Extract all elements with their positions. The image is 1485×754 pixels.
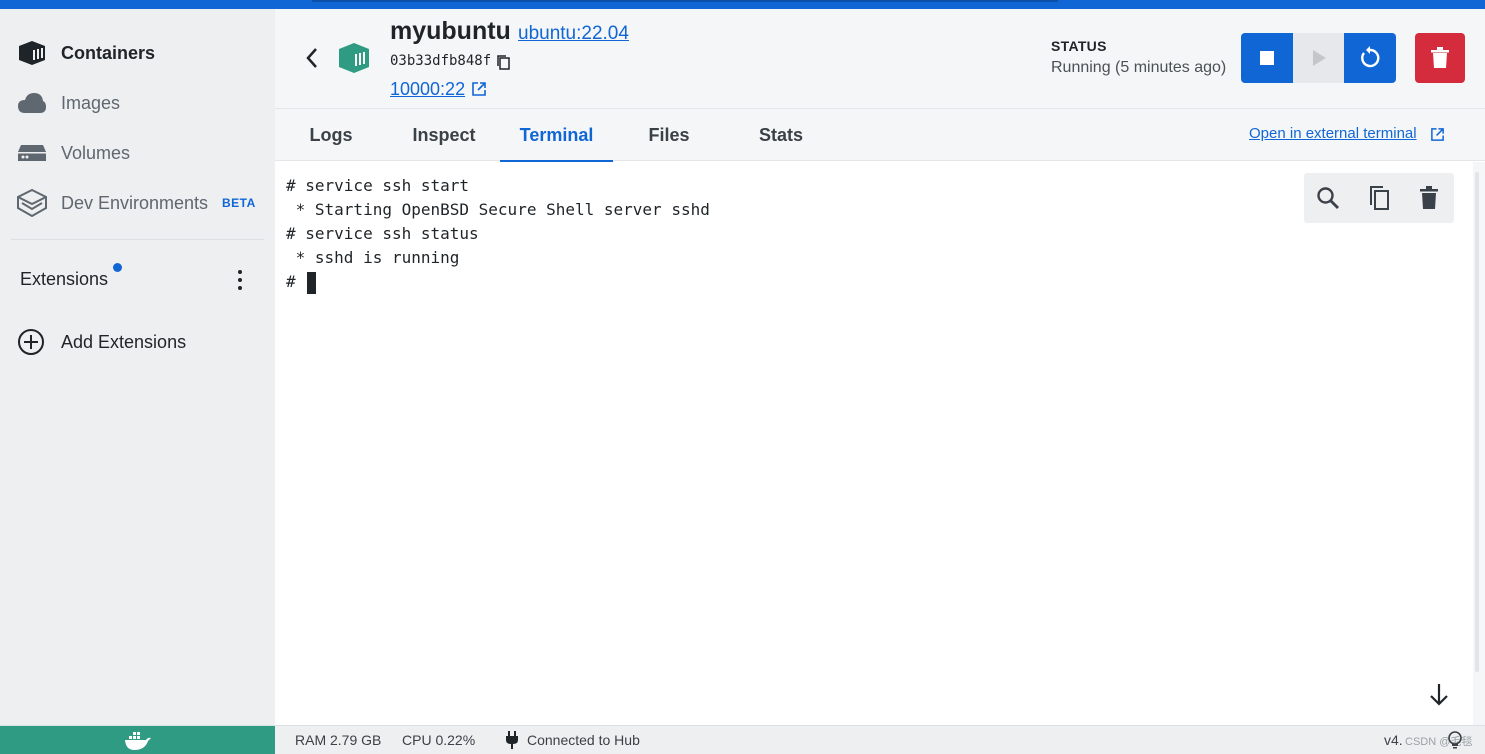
trash-icon [1431,47,1449,68]
sidebar-item-images[interactable]: Images [0,81,275,125]
notification-dot [113,263,122,272]
copy-icon [1370,186,1389,210]
restart-icon [1361,46,1380,68]
search-button[interactable] [1313,183,1343,213]
docker-whale-button[interactable] [0,726,275,754]
add-extensions-label: Add Extensions [61,332,187,352]
tab-logs[interactable]: Logs [292,109,370,161]
containers-icon [17,38,47,68]
external-link-icon[interactable] [1430,127,1445,142]
terminal-line: * sshd is running [286,248,460,267]
top-scroll-thumb[interactable] [312,0,1058,2]
delete-button[interactable] [1415,33,1465,83]
stop-button[interactable] [1241,33,1293,83]
tab-stats[interactable]: Stats [737,109,825,161]
sidebar-item-dev-environments[interactable]: Dev Environments BETA [0,181,275,225]
add-circle-icon [17,328,45,356]
add-extensions-button[interactable]: Add Extensions [0,322,275,362]
container-running-icon [337,41,371,75]
clear-terminal-button[interactable] [1414,183,1444,213]
terminal-line: # service ssh status [286,224,479,243]
tab-bar: Logs Inspect Terminal Files Stats Open i… [275,109,1485,162]
status-value: Running (5 minutes ago) [1051,59,1227,76]
version-label: v4. [1384,732,1403,748]
sidebar: Containers Images Volumes Dev Environmen… [0,9,275,725]
dev-environments-icon [17,188,47,218]
terminal-line: * Starting OpenBSD Secure Shell server s… [286,200,710,219]
extensions-header: Extensions [0,259,275,299]
terminal-line: # service ssh start [286,176,470,195]
volume-icon [17,138,47,168]
copy-output-button[interactable] [1364,183,1394,213]
tab-inspect[interactable]: Inspect [396,109,492,161]
beta-badge: BETA [222,196,256,210]
sidebar-item-containers[interactable]: Containers [0,31,275,75]
terminal-prompt-line[interactable]: # [286,270,710,294]
sidebar-item-label: Images [61,92,121,113]
ram-usage: RAM 2.79 GB [295,732,382,748]
scrollbar-thumb[interactable] [1475,172,1479,672]
terminal-lines: # service ssh start * Starting OpenBSD S… [286,174,710,294]
container-id: 03b33dfb848f [390,53,492,69]
external-link-icon[interactable] [471,81,487,97]
extensions-more-menu-icon[interactable] [226,265,254,295]
terminal-toolbar [1304,173,1454,223]
sidebar-item-label: Volumes [61,142,131,163]
start-button[interactable] [1293,33,1345,83]
container-header: myubuntu ubuntu:22.04 03b33dfb848f 10000… [275,9,1485,109]
search-icon [1317,187,1339,209]
terminal-cursor [307,271,317,294]
tab-files[interactable]: Files [625,109,713,161]
restart-button[interactable] [1344,33,1396,83]
status-title: STATUS [1051,38,1107,54]
arrow-down-icon [1430,684,1448,706]
main-panel: myubuntu ubuntu:22.04 03b33dfb848f 10000… [275,9,1485,725]
sidebar-item-volumes[interactable]: Volumes [0,131,275,175]
port-link[interactable]: 10000:22 [390,79,465,100]
back-button[interactable] [299,43,325,73]
copy-icon[interactable] [495,54,511,70]
sidebar-item-label: Containers [61,42,156,63]
stop-icon [1260,51,1274,65]
docker-whale-icon [124,731,151,750]
container-name: myubuntu [390,17,511,45]
cloud-icon [17,88,47,118]
image-link[interactable]: ubuntu:22.04 [518,23,629,45]
terminal-scrollbar[interactable] [1473,162,1485,725]
open-external-terminal-link[interactable]: Open in external terminal [1249,125,1417,142]
sidebar-item-label: Dev Environments [61,192,209,213]
status-footer: RAM 2.79 GB CPU 0.22% Connected to Hub v… [0,725,1485,754]
extensions-label: Extensions [20,269,109,289]
trash-icon [1420,186,1438,209]
window-top-bar [0,0,1485,9]
lightbulb-icon[interactable] [1447,731,1463,749]
cpu-usage: CPU 0.22% [402,732,476,748]
scroll-to-bottom-button[interactable] [1425,680,1453,708]
tab-terminal[interactable]: Terminal [500,109,613,162]
terminal-prompt: # [286,272,306,291]
chevron-left-icon [306,48,317,68]
hub-connection-status: Connected to Hub [527,732,640,748]
play-icon [1313,50,1326,66]
plug-icon [505,731,519,749]
sidebar-divider [11,239,264,240]
terminal-output[interactable]: # service ssh start * Starting OpenBSD S… [275,162,1473,725]
